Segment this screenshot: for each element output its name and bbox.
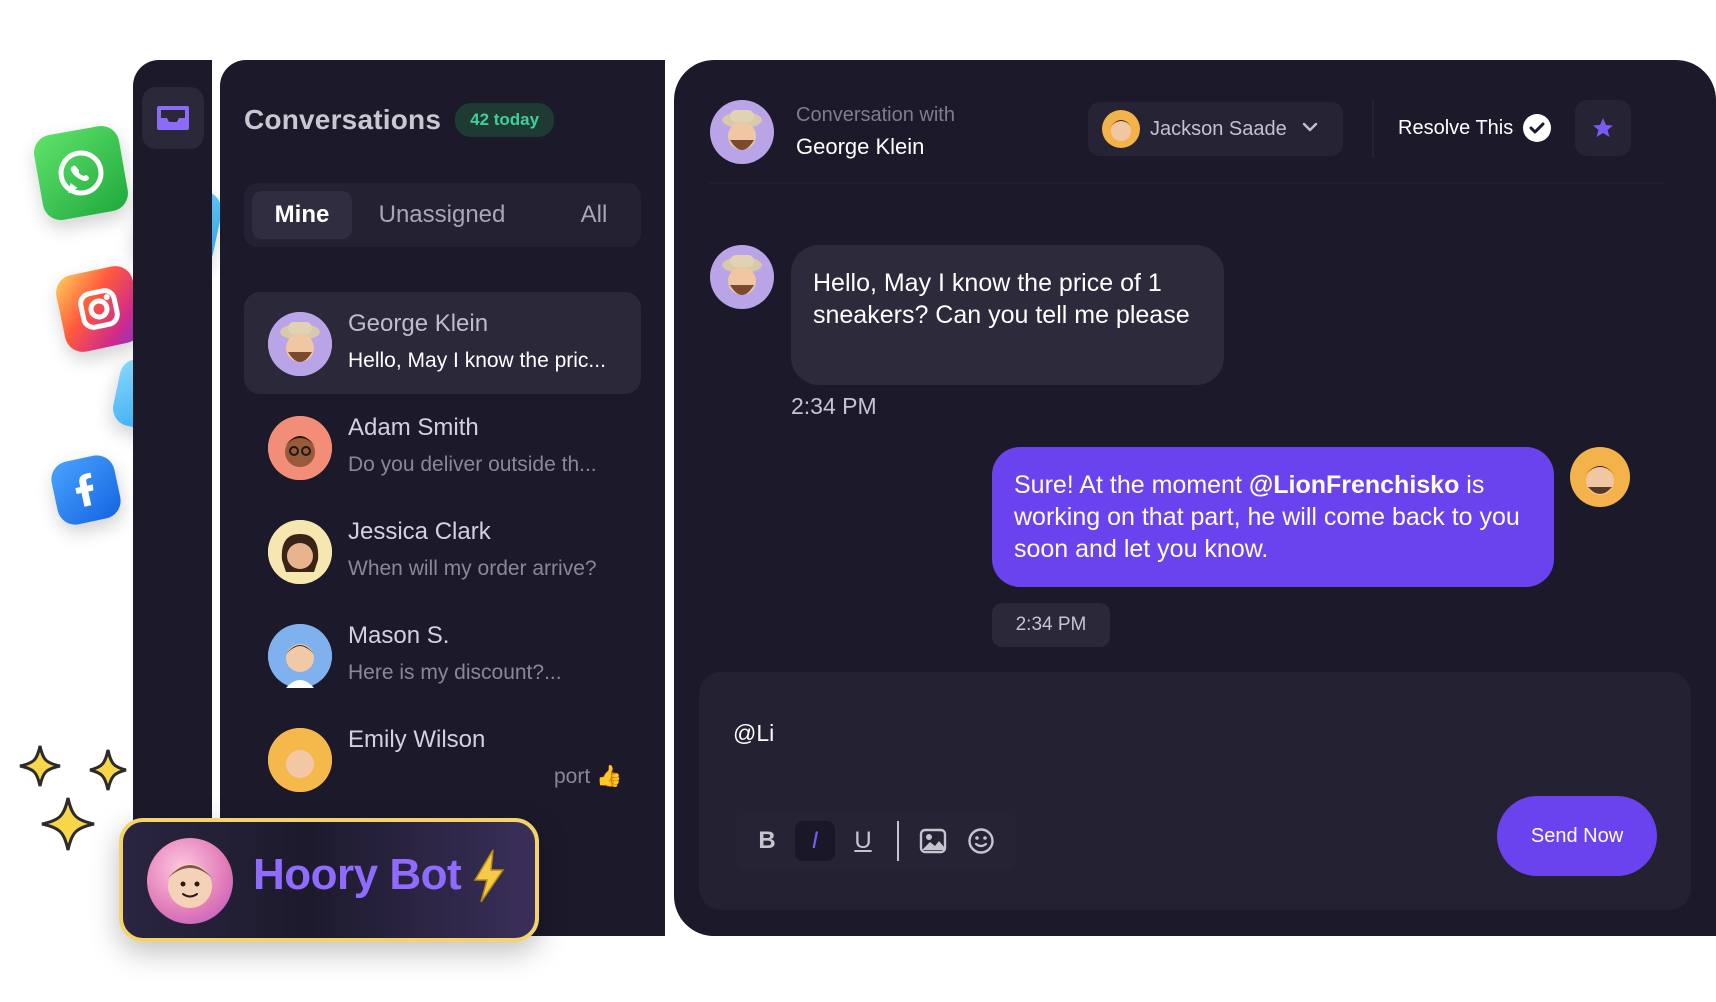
bot-badge: Hoory Bot [119, 818, 539, 942]
conversations-title: Conversations [244, 104, 442, 135]
icon-rail [133, 60, 212, 936]
today-count-badge: 42 today [455, 103, 555, 137]
assignee-dropdown[interactable]: Jackson Saade [1088, 102, 1343, 156]
emoji-button[interactable] [961, 821, 1001, 861]
conversation-item-george-klein[interactable]: George Klein Hello, May I know the pric.… [244, 292, 641, 394]
avatar [268, 520, 332, 584]
conversation-name: Emily Wilson [348, 726, 486, 753]
instagram-icon [52, 262, 146, 356]
avatar [268, 728, 332, 792]
conversation-name: Jessica Clark [348, 518, 491, 545]
conversation-item-emily-wilson[interactable]: Emily Wilson port 👍 [244, 708, 641, 810]
conversation-snippet: Here is my discount?... [348, 661, 562, 684]
check-icon [1523, 114, 1552, 142]
contact-avatar [710, 245, 774, 309]
inbox-icon [157, 106, 189, 130]
conversation-name: George Klein [348, 310, 489, 337]
italic-button[interactable]: I [795, 821, 835, 861]
header-divider [1372, 100, 1374, 158]
image-icon [919, 828, 947, 854]
underline-button[interactable]: U [843, 821, 883, 861]
conversation-name: Adam Smith [348, 414, 479, 441]
contact-name: George Klein [796, 134, 925, 159]
conversation-item-mason-s[interactable]: Mason S. Here is my discount?... [244, 604, 641, 706]
formatting-toolbar: B I U [735, 812, 1017, 870]
send-button[interactable]: Send Now [1497, 796, 1657, 876]
whatsapp-icon [31, 123, 131, 223]
composer-input[interactable]: @Li [733, 720, 774, 747]
agent-avatar [1570, 447, 1630, 507]
message-time: 2:34 PM [992, 603, 1110, 647]
chat-panel: Conversation with George Klein Jackson S… [674, 60, 1716, 936]
conversation-snippet: Hello, May I know the pric... [348, 349, 606, 372]
resolve-button[interactable]: Resolve This [1398, 114, 1552, 142]
message-text: Sure! At the moment [1014, 471, 1249, 499]
bot-name: Hoory Bot [253, 850, 462, 899]
bot-avatar [147, 838, 233, 924]
sparkle-icon [19, 745, 127, 851]
chat-header: Conversation with George Klein Jackson S… [710, 100, 1665, 184]
image-button[interactable] [913, 821, 953, 861]
conversation-name: Mason S. [348, 622, 450, 649]
mention[interactable]: @LionFrenchisko [1249, 471, 1460, 499]
conversations-panel: Conversations 42 today Mine Unassigned A… [220, 60, 665, 936]
lightning-icon [473, 849, 505, 903]
contact-avatar [710, 100, 774, 164]
conversation-with-label: Conversation with [796, 104, 955, 126]
tab-unassigned[interactable]: Unassigned [362, 191, 522, 239]
emoji-icon [968, 828, 994, 854]
conversation-snippet: Do you deliver outside th... [348, 453, 597, 476]
header-separator [710, 182, 1665, 184]
message-time: 2:34 PM [791, 393, 877, 419]
star-button[interactable] [1575, 100, 1631, 156]
avatar [268, 416, 332, 480]
toolbar-divider [897, 821, 899, 861]
assignee-avatar [1102, 110, 1140, 148]
conversations-header: Conversations 42 today [244, 103, 555, 137]
resolve-label: Resolve This [1398, 116, 1514, 139]
message-composer[interactable]: @Li B I U Send Now [699, 672, 1691, 910]
bold-button[interactable]: B [747, 821, 787, 861]
tab-mine[interactable]: Mine [252, 191, 352, 239]
conversation-snippet: When will my order arrive? [348, 557, 597, 580]
tab-all[interactable]: All [564, 191, 624, 239]
avatar [268, 312, 332, 376]
assignee-name: Jackson Saade [1150, 117, 1287, 140]
conversation-tabs: Mine Unassigned All [244, 183, 641, 247]
star-icon [1593, 118, 1613, 137]
chevron-down-icon [1302, 122, 1318, 132]
facebook-icon [48, 452, 124, 528]
incoming-message: Hello, May I know the price of 1 sneaker… [791, 245, 1224, 385]
avatar [268, 624, 332, 688]
conversation-snippet: port 👍 [554, 765, 623, 788]
outgoing-message: Sure! At the moment @LionFrenchisko is w… [992, 447, 1554, 587]
conversation-item-adam-smith[interactable]: Adam Smith Do you deliver outside th... [244, 396, 641, 498]
conversation-item-jessica-clark[interactable]: Jessica Clark When will my order arrive? [244, 500, 641, 602]
inbox-button[interactable] [142, 87, 204, 149]
